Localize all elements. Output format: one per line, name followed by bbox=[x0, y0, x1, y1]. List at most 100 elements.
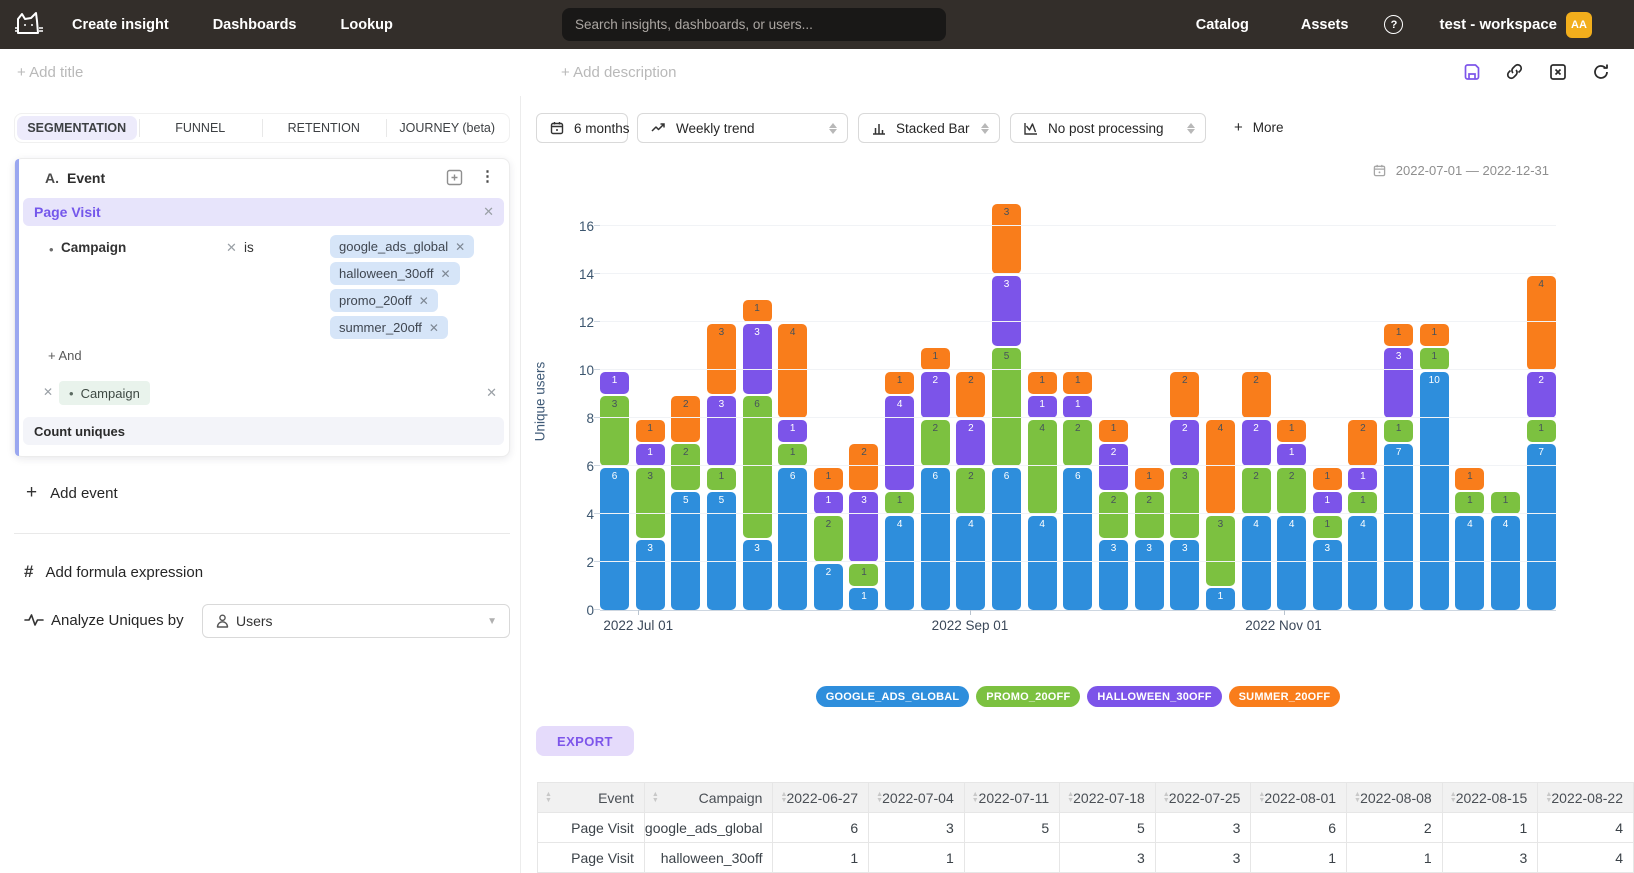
bar-2022-10-24[interactable]: 134 bbox=[1206, 420, 1235, 610]
bar-segment-summer_20off[interactable]: 1 bbox=[1455, 468, 1484, 490]
bar-segment-summer_20off[interactable]: 4 bbox=[1206, 420, 1235, 514]
bar-2022-12-12[interactable]: 411 bbox=[1455, 468, 1484, 610]
bar-segment-summer_20off[interactable]: 2 bbox=[1170, 372, 1199, 418]
bar-segment-summer_20off[interactable]: 2 bbox=[1242, 372, 1271, 418]
nav-item-assets[interactable]: Assets bbox=[1301, 17, 1349, 33]
bar-segment-halloween_30off[interactable]: 1 bbox=[1348, 468, 1377, 490]
filter-value-tag[interactable]: promo_20off✕ bbox=[330, 289, 438, 312]
trend-select[interactable]: Weekly trend bbox=[637, 113, 848, 143]
bar-segment-promo_20off[interactable]: 1 bbox=[1527, 420, 1556, 442]
bar-segment-promo_20off[interactable]: 1 bbox=[1384, 420, 1413, 442]
bar-segment-halloween_30off[interactable]: 1 bbox=[1313, 492, 1342, 514]
bar-segment-halloween_30off[interactable]: 1 bbox=[1063, 396, 1092, 418]
bar-segment-google_ads_global[interactable]: 4 bbox=[1028, 516, 1057, 610]
time-window-button[interactable]: 6 months bbox=[536, 113, 628, 143]
nav-item-dashboards[interactable]: Dashboards bbox=[213, 17, 297, 33]
bar-2022-10-03[interactable]: 3221 bbox=[1099, 420, 1128, 610]
bar-segment-summer_20off[interactable]: 1 bbox=[636, 420, 665, 442]
app-logo-cat-icon[interactable] bbox=[12, 10, 46, 40]
bar-segment-google_ads_global[interactable]: 7 bbox=[1384, 444, 1413, 610]
table-header-2022-08-08[interactable]: ▲▼2022-08-08 bbox=[1347, 783, 1443, 813]
bar-2022-08-08[interactable]: 2211 bbox=[814, 468, 843, 610]
bar-2022-11-14[interactable]: 3111 bbox=[1313, 468, 1342, 610]
bar-2022-10-17[interactable]: 3322 bbox=[1170, 372, 1199, 610]
bar-segment-promo_20off[interactable]: 2 bbox=[921, 420, 950, 466]
bar-segment-summer_20off[interactable]: 1 bbox=[1028, 372, 1057, 394]
workspace-button[interactable]: test - workspace bbox=[1439, 16, 1557, 33]
bar-segment-promo_20off[interactable]: 2 bbox=[1135, 492, 1164, 538]
remove-tag-icon[interactable]: ✕ bbox=[440, 267, 450, 281]
bar-2022-08-15[interactable]: 1132 bbox=[849, 444, 878, 610]
bar-2022-08-22[interactable]: 4141 bbox=[885, 372, 914, 610]
bar-segment-google_ads_global[interactable]: 6 bbox=[921, 468, 950, 610]
filter-value-tag[interactable]: google_ads_global✕ bbox=[330, 235, 474, 258]
bar-2022-06-27[interactable]: 631 bbox=[600, 372, 629, 610]
bar-segment-promo_20off[interactable]: 2 bbox=[814, 516, 843, 562]
bar-segment-promo_20off[interactable]: 2 bbox=[671, 444, 700, 490]
bar-segment-google_ads_global[interactable]: 10 bbox=[1420, 372, 1449, 610]
bar-segment-halloween_30off[interactable]: 1 bbox=[814, 492, 843, 514]
bar-segment-summer_20off[interactable]: 1 bbox=[1063, 372, 1092, 394]
add-and-condition-button[interactable]: + And bbox=[48, 348, 82, 363]
bar-segment-google_ads_global[interactable]: 3 bbox=[636, 540, 665, 610]
remove-filter-icon[interactable]: ✕ bbox=[226, 240, 237, 256]
bar-segment-google_ads_global[interactable]: 3 bbox=[743, 540, 772, 610]
bar-segment-promo_20off[interactable]: 1 bbox=[778, 444, 807, 466]
bar-segment-halloween_30off[interactable]: 2 bbox=[1170, 420, 1199, 466]
bar-segment-halloween_30off[interactable]: 1 bbox=[778, 420, 807, 442]
bar-segment-google_ads_global[interactable]: 7 bbox=[1527, 444, 1556, 610]
bar-segment-promo_20off[interactable]: 3 bbox=[1206, 516, 1235, 586]
bar-segment-summer_20off[interactable]: 1 bbox=[1420, 324, 1449, 346]
bar-segment-promo_20off[interactable]: 1 bbox=[707, 468, 736, 490]
bar-2022-09-19[interactable]: 4411 bbox=[1028, 372, 1057, 610]
bar-segment-google_ads_global[interactable]: 3 bbox=[1313, 540, 1342, 610]
refresh-icon[interactable] bbox=[1591, 62, 1610, 81]
bar-segment-summer_20off[interactable]: 1 bbox=[814, 468, 843, 490]
legend-pill-google_ads_global[interactable]: GOOGLE_ADS_GLOBAL bbox=[816, 686, 970, 707]
add-description-button[interactable]: + Add description bbox=[561, 64, 677, 81]
export-button[interactable]: EXPORT bbox=[536, 726, 634, 756]
aggregation-selector[interactable]: Count uniques bbox=[23, 417, 504, 445]
bar-segment-summer_20off[interactable]: 2 bbox=[671, 396, 700, 442]
bar-segment-google_ads_global[interactable]: 6 bbox=[600, 468, 629, 610]
bar-2022-07-04[interactable]: 3311 bbox=[636, 420, 665, 610]
sort-icon[interactable]: ▲▼ bbox=[876, 792, 883, 804]
bar-segment-google_ads_global[interactable]: 6 bbox=[1063, 468, 1092, 610]
bar-segment-promo_20off[interactable]: 1 bbox=[885, 492, 914, 514]
bar-segment-google_ads_global[interactable]: 4 bbox=[885, 516, 914, 610]
tab-segmentation[interactable]: SEGMENTATION bbox=[17, 116, 137, 140]
bar-segment-halloween_30off[interactable]: 1 bbox=[636, 444, 665, 466]
tab-journey-beta-[interactable]: JOURNEY (beta) bbox=[388, 116, 508, 140]
bar-segment-summer_20off[interactable]: 1 bbox=[921, 348, 950, 370]
bar-2022-11-07[interactable]: 4211 bbox=[1277, 420, 1306, 610]
clear-close-icon[interactable] bbox=[1548, 62, 1567, 81]
bar-segment-google_ads_global[interactable]: 4 bbox=[1491, 516, 1520, 610]
table-header-2022-06-27[interactable]: ▲▼2022-06-27 bbox=[773, 783, 869, 813]
table-header-event[interactable]: ▲▼Event bbox=[538, 783, 645, 813]
bar-segment-halloween_30off[interactable]: 1 bbox=[1277, 444, 1306, 466]
filter-property[interactable]: Campaign bbox=[61, 240, 126, 255]
bar-segment-halloween_30off[interactable]: 3 bbox=[707, 396, 736, 466]
sort-icon[interactable]: ▲▼ bbox=[1450, 792, 1457, 804]
bar-segment-summer_20off[interactable]: 3 bbox=[992, 204, 1021, 274]
avatar[interactable]: AA bbox=[1566, 12, 1592, 38]
sort-icon[interactable]: ▲▼ bbox=[1354, 792, 1361, 804]
bar-segment-halloween_30off[interactable]: 2 bbox=[1527, 372, 1556, 418]
bar-segment-promo_20off[interactable]: 4 bbox=[1028, 420, 1057, 514]
remove-breakdown-right-icon[interactable]: ✕ bbox=[486, 385, 497, 401]
bar-segment-promo_20off[interactable]: 1 bbox=[1455, 492, 1484, 514]
remove-tag-icon[interactable]: ✕ bbox=[455, 240, 465, 254]
date-range-display[interactable]: 2022-07-01 — 2022-12-31 bbox=[1373, 163, 1549, 178]
bar-2022-07-18[interactable]: 5133 bbox=[707, 324, 736, 610]
analyze-by-select[interactable]: Users ▼ bbox=[202, 604, 510, 638]
bar-segment-promo_20off[interactable]: 1 bbox=[1491, 492, 1520, 514]
sort-icon[interactable]: ▲▼ bbox=[652, 792, 659, 804]
bar-segment-summer_20off[interactable]: 1 bbox=[885, 372, 914, 394]
bar-segment-summer_20off[interactable]: 1 bbox=[1384, 324, 1413, 346]
bar-2022-09-12[interactable]: 6533 bbox=[992, 204, 1021, 610]
bar-segment-promo_20off[interactable]: 2 bbox=[1277, 468, 1306, 514]
bar-segment-google_ads_global[interactable]: 3 bbox=[1135, 540, 1164, 610]
bar-2022-11-28[interactable]: 7131 bbox=[1384, 324, 1413, 610]
tab-funnel[interactable]: FUNNEL bbox=[141, 116, 261, 140]
bar-segment-summer_20off[interactable]: 4 bbox=[1527, 276, 1556, 370]
